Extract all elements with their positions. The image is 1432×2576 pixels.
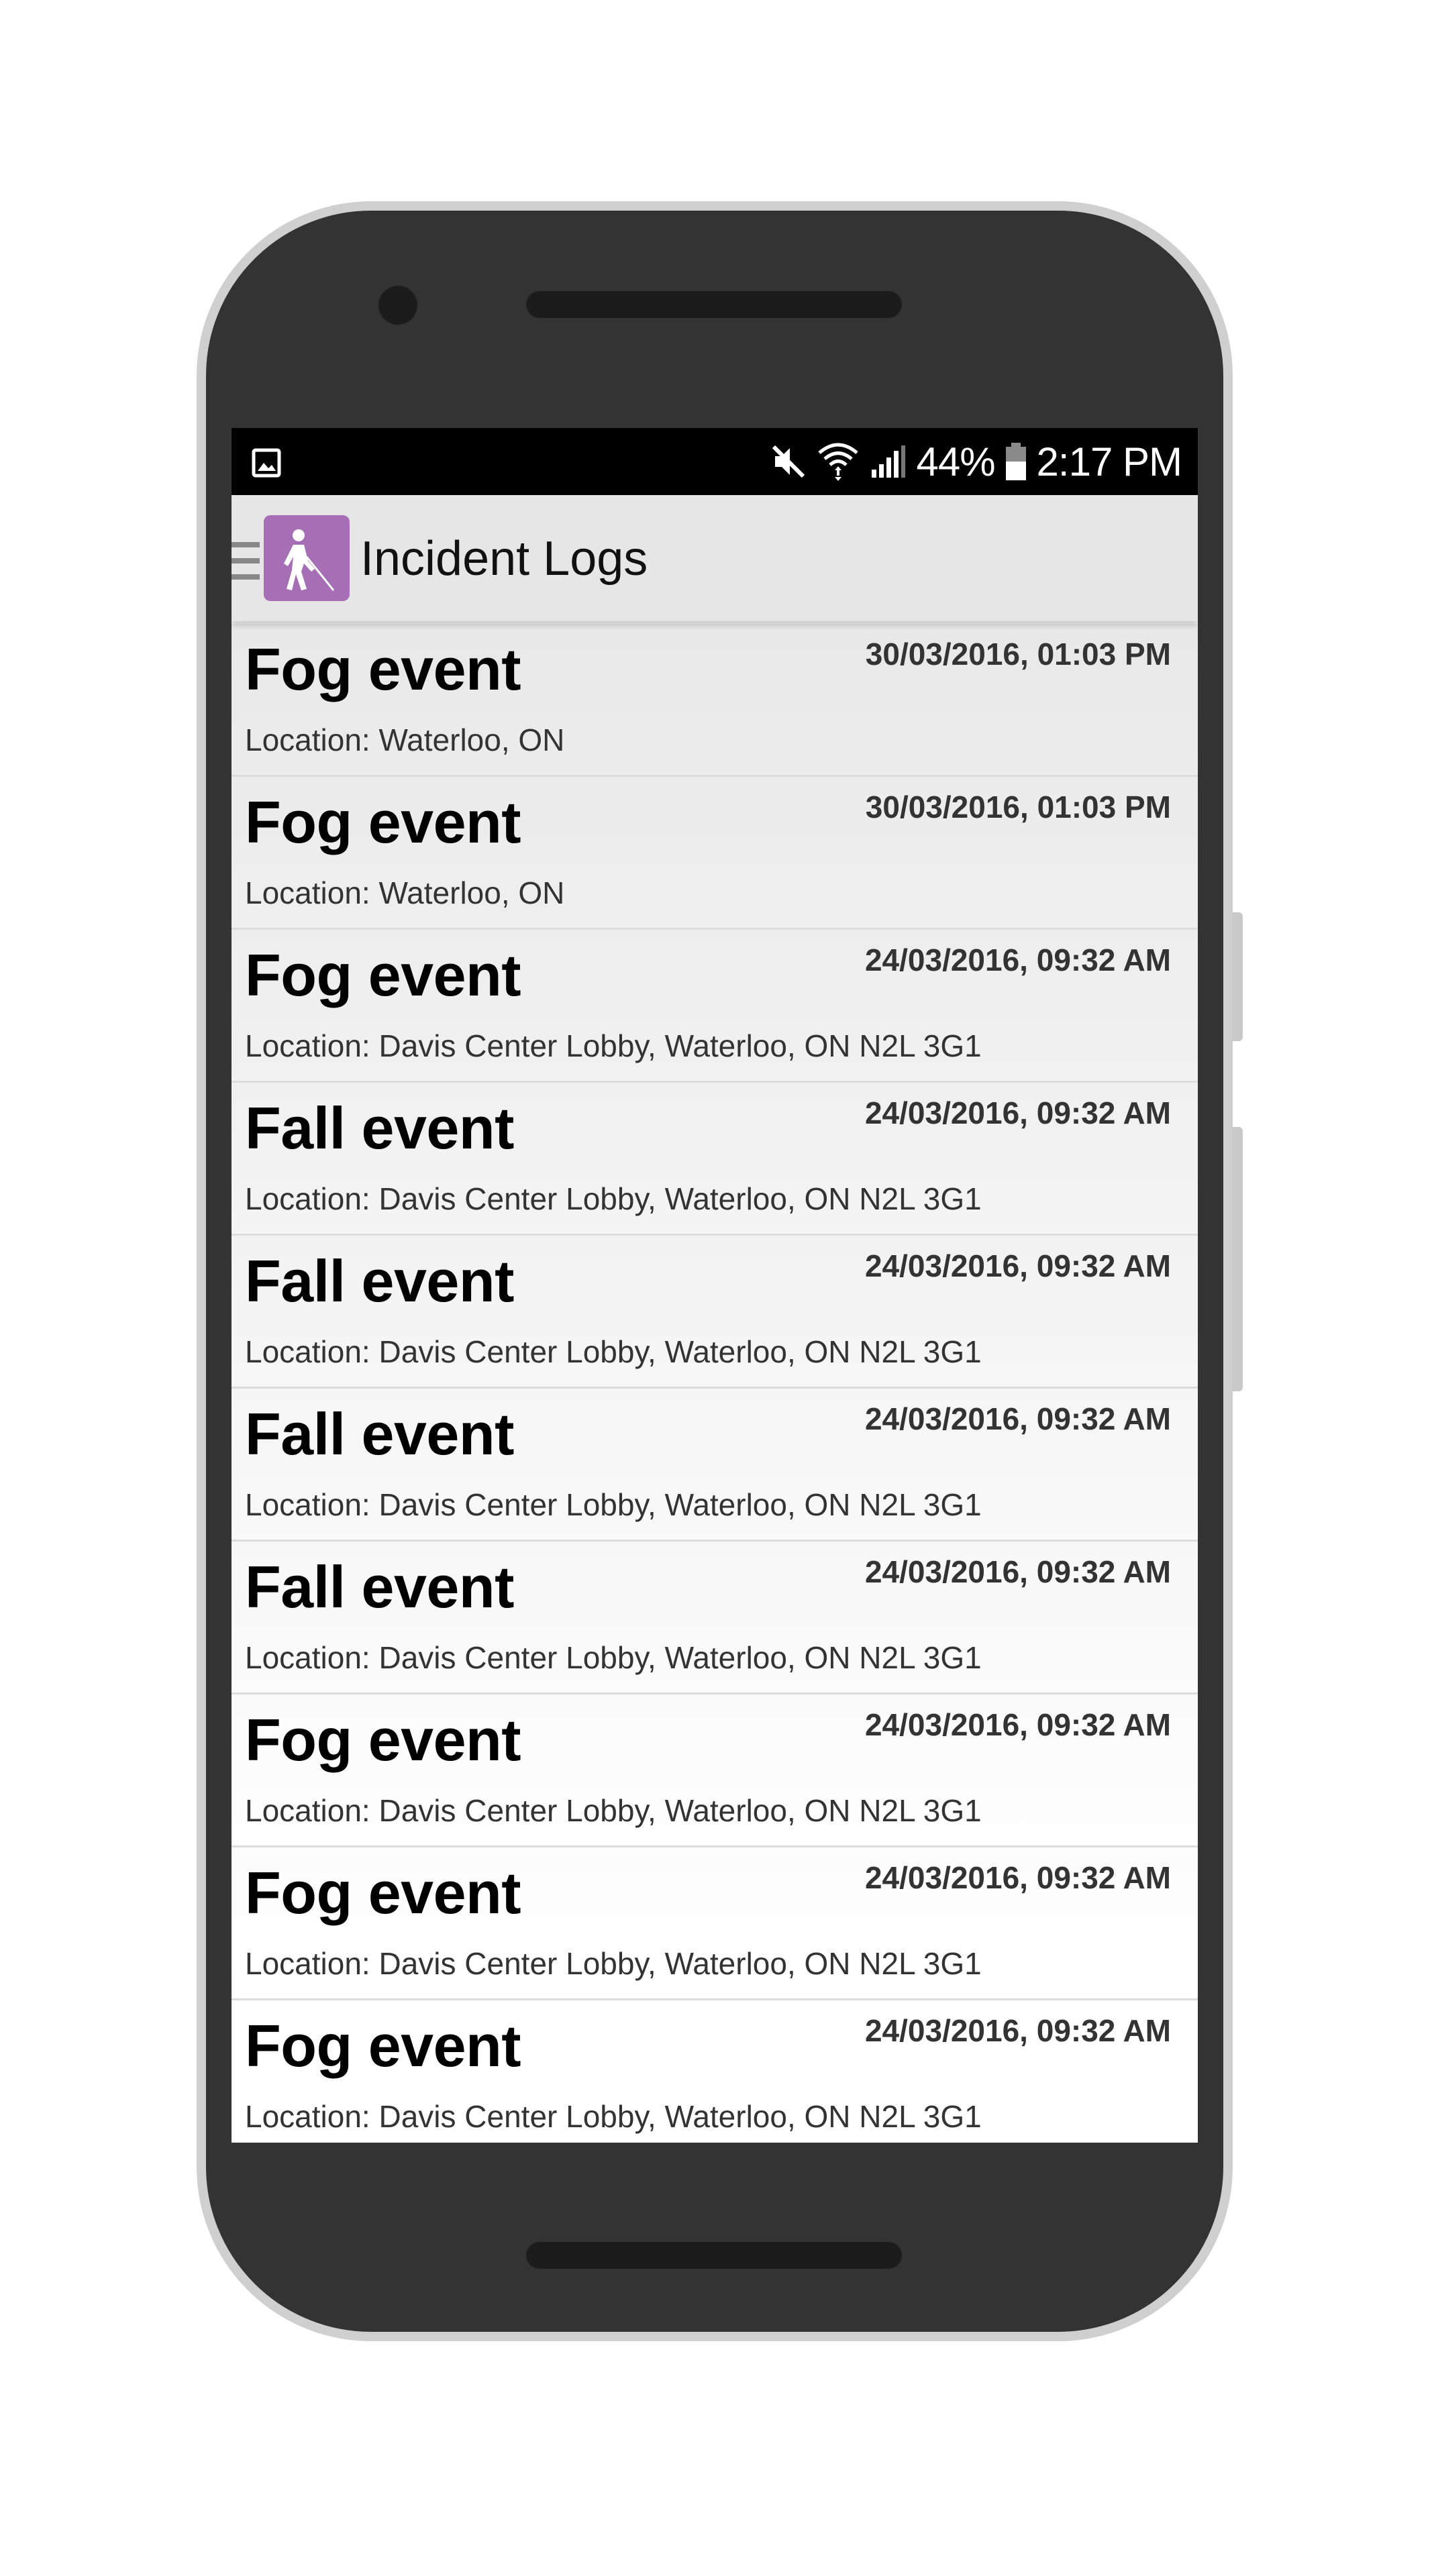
incident-datetime: 24/03/2016, 09:32 AM <box>864 2013 1171 2048</box>
incident-title: Fog event <box>245 789 521 855</box>
incident-datetime: 30/03/2016, 01:03 PM <box>865 790 1171 824</box>
blind-person-cane-icon[interactable] <box>264 515 350 601</box>
front-camera <box>378 286 417 325</box>
incident-row[interactable]: Fog event 30/03/2016, 01:03 PM Location: W… <box>232 777 1198 930</box>
incident-title: Fall event <box>245 1095 514 1161</box>
power-button[interactable] <box>1232 1127 1243 1391</box>
incident-title: Fall event <box>245 1401 514 1467</box>
incident-row[interactable]: Fog event 30/03/2016, 01:03 PM Location: W… <box>232 624 1198 777</box>
incident-row[interactable]: Fall event 24/03/2016, 09:32 AM Location: … <box>232 1542 1198 1695</box>
incident-location: Location: Waterloo, ON <box>245 722 565 757</box>
earpiece-speaker <box>526 291 902 318</box>
incident-row[interactable]: Fog event 24/03/2016, 09:32 AM Location: D… <box>232 2000 1198 2143</box>
incident-location: Location: Davis Center Lobby, Waterloo, … <box>245 1793 982 1828</box>
incident-row[interactable]: Fall event 24/03/2016, 09:32 AM Location: … <box>232 1389 1198 1542</box>
incident-row[interactable]: Fog event 24/03/2016, 09:32 AM Location: D… <box>232 1847 1198 2000</box>
incident-location: Location: Davis Center Lobby, Waterloo, … <box>245 1181 982 1216</box>
bottom-speaker <box>526 2242 902 2269</box>
incident-location: Location: Davis Center Lobby, Waterloo, … <box>245 1946 982 1981</box>
incident-location: Location: Davis Center Lobby, Waterloo, … <box>245 1640 982 1675</box>
incident-datetime: 24/03/2016, 09:32 AM <box>864 1095 1171 1130</box>
incident-location: Location: Davis Center Lobby, Waterloo, … <box>245 1334 982 1369</box>
incident-location: Location: Davis Center Lobby, Waterloo, … <box>245 2099 982 2134</box>
incident-location: Location: Davis Center Lobby, Waterloo, … <box>245 1487 982 1522</box>
incident-title: Fog event <box>245 1860 521 1926</box>
wifi-icon <box>818 443 859 481</box>
incident-row[interactable]: Fog event 24/03/2016, 09:32 AM Location: D… <box>232 1695 1198 1847</box>
page-title: Incident Logs <box>360 532 648 586</box>
incident-list: Fog event 30/03/2016, 01:03 PM Location: W… <box>232 624 1198 2143</box>
incident-title: Fog event <box>245 2012 521 2079</box>
incident-title: Fall event <box>245 1248 514 1314</box>
signal-icon <box>872 445 906 478</box>
incident-row[interactable]: Fall event 24/03/2016, 09:32 AM Location: … <box>232 1236 1198 1389</box>
incident-row[interactable]: Fall event 24/03/2016, 09:32 AM Location: … <box>232 1083 1198 1236</box>
incident-datetime: 30/03/2016, 01:03 PM <box>865 637 1171 672</box>
incident-title: Fall event <box>245 1554 514 1620</box>
battery-icon <box>1005 443 1026 480</box>
incident-row[interactable]: Fog event 24/03/2016, 09:32 AM Location: D… <box>232 930 1198 1083</box>
hamburger-menu-icon[interactable] <box>232 542 260 580</box>
screen: 44% 2:17 PM Incident Logs Fog event 30/03… <box>232 428 1198 2143</box>
incident-title: Fog event <box>245 1707 521 1773</box>
incident-datetime: 24/03/2016, 09:32 AM <box>864 1860 1171 1895</box>
incident-datetime: 24/03/2016, 09:32 AM <box>864 1554 1171 1589</box>
status-bar: 44% 2:17 PM <box>232 428 1198 495</box>
clock: 2:17 PM <box>1036 439 1182 484</box>
status-icons: 44% 2:17 PM <box>770 428 1182 495</box>
incident-datetime: 24/03/2016, 09:32 AM <box>864 1248 1171 1283</box>
incident-datetime: 24/03/2016, 09:32 AM <box>864 1401 1171 1436</box>
mute-icon <box>772 445 805 478</box>
incident-location: Location: Davis Center Lobby, Waterloo, … <box>245 1028 982 1063</box>
incident-title: Fog event <box>245 942 521 1008</box>
incident-datetime: 24/03/2016, 09:32 AM <box>864 943 1171 977</box>
incident-title: Fog event <box>245 636 521 702</box>
incident-location: Location: Waterloo, ON <box>245 875 565 910</box>
volume-button[interactable] <box>1232 912 1243 1041</box>
gallery-icon <box>252 448 281 478</box>
app-bar: Incident Logs <box>232 495 1198 621</box>
incident-datetime: 24/03/2016, 09:32 AM <box>864 1707 1171 1742</box>
battery-percent: 44% <box>916 439 995 484</box>
app-logo-glyph <box>284 529 335 591</box>
